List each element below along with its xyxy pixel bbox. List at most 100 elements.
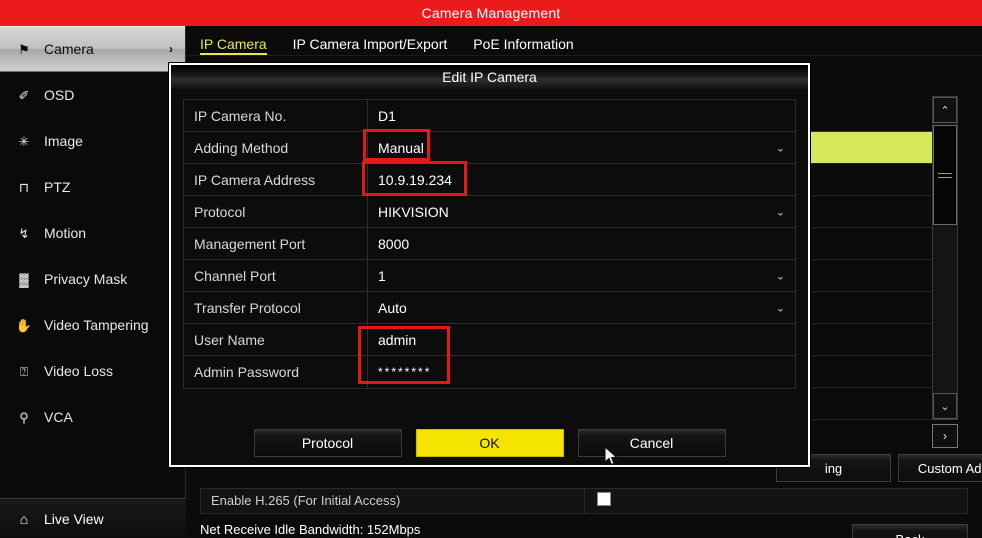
chevron-down-icon[interactable]: ⌄ <box>776 141 785 154</box>
field-label-ip-camera-no: IP Camera No. <box>184 100 368 131</box>
enable-h265-checkbox[interactable] <box>597 492 611 506</box>
field-label-admin-password: Admin Password <box>184 356 368 388</box>
field-text-admin-password: ******** <box>378 365 431 379</box>
field-text-transfer-protocol: Auto <box>378 300 407 316</box>
field-label-user-name: User Name <box>184 324 368 355</box>
sidebar: ⚑ Camera › ✐ OSD ✳ Image ⊓ PTZ ↯Motion ▓ Privacy Ma… <box>0 26 186 538</box>
dialog-body: IP Camera No. D1 Adding Method Manual ⌄ IP Ca… <box>171 89 808 389</box>
ptz-dome-icon: ⊓ <box>14 179 34 195</box>
enable-h265-label: Enable H.265 (For Initial Access) <box>201 488 585 514</box>
form-row-protocol: Protocol HIKVISION ⌄ <box>184 196 795 228</box>
sidebar-item-label: Camera <box>44 41 94 57</box>
video-loss-icon: ⍰ <box>14 363 34 379</box>
field-label-adding-method: Adding Method <box>184 132 368 163</box>
chevron-down-icon[interactable]: ⌄ <box>776 205 785 218</box>
field-label-channel-port: Channel Port <box>184 260 368 291</box>
field-label-management-port: Management Port <box>184 228 368 259</box>
field-value-admin-password[interactable]: ******** <box>368 356 795 388</box>
enable-h265-row: Enable H.265 (For Initial Access) <box>200 488 968 514</box>
tab-ip-camera[interactable]: IP Camera <box>200 36 267 55</box>
field-value-transfer-protocol[interactable]: Auto ⌄ <box>368 292 795 323</box>
sidebar-item-ptz[interactable]: ⊓ PTZ <box>0 164 185 210</box>
vca-icon: ⚲ <box>14 409 34 425</box>
field-text-adding-method: Manual <box>378 140 424 156</box>
scroll-up-button[interactable]: ⌃ <box>933 97 957 123</box>
sidebar-item-osd[interactable]: ✐ OSD <box>0 72 185 118</box>
field-label-transfer-protocol: Transfer Protocol <box>184 292 368 323</box>
tab-bar: IP Camera IP Camera Import/Export PoE Info… <box>186 26 982 56</box>
chevron-down-icon[interactable]: ⌄ <box>776 301 785 314</box>
form-row-management-port: Management Port 8000 <box>184 228 795 260</box>
form-row-channel-port: Channel Port1⌄ <box>184 260 795 292</box>
field-text-user-name: admin <box>378 332 416 348</box>
sidebar-item-label: Video Loss <box>44 363 113 379</box>
field-value-ip-camera-no[interactable]: D1 <box>368 100 795 131</box>
field-label-protocol: Protocol <box>184 196 368 227</box>
sidebar-item-label: Video Tampering <box>44 317 149 333</box>
page-title: Camera Management <box>422 5 561 21</box>
sidebar-item-image[interactable]: ✳ Image <box>0 118 185 164</box>
cancel-button[interactable]: Cancel <box>578 429 726 457</box>
field-value-channel-port[interactable]: 1⌄ <box>368 260 795 291</box>
form-row-admin-password: Admin Password ******** <box>184 356 795 388</box>
ok-button[interactable]: OK <box>416 429 564 457</box>
sidebar-item-privacy-mask[interactable]: ▓ Privacy Mask <box>0 256 185 302</box>
sidebar-item-label: VCA <box>44 409 73 425</box>
scroll-down-button[interactable]: ⌄ <box>933 393 957 419</box>
edit-ip-camera-form: IP Camera No. D1 Adding Method Manual ⌄ IP Ca… <box>183 99 796 389</box>
tab-ip-camera-import-export[interactable]: IP Camera Import/Export <box>293 36 448 55</box>
form-row-user-name: User Name admin <box>184 324 795 356</box>
page-next-button[interactable]: › <box>932 424 958 448</box>
form-row-ip-camera-address: IP Camera Address 10.9.19.234 <box>184 164 795 196</box>
field-text-ip-camera-address: 10.9.19.234 <box>378 172 452 188</box>
window-titlebar: Camera Management <box>0 0 982 26</box>
form-row-ip-camera-no: IP Camera No. D1 <box>184 100 795 132</box>
sidebar-item-motion[interactable]: ↯Motion <box>0 210 185 256</box>
field-value-protocol[interactable]: HIKVISION ⌄ <box>368 196 795 227</box>
bandwidth-status-text: Net Receive Idle Bandwidth: 152Mbps <box>200 522 420 537</box>
dialog-footer: Protocol OK Cancel <box>171 421 808 465</box>
sidebar-item-live-view[interactable]: ⌂ Live View <box>0 498 186 538</box>
sidebar-item-label: Privacy Mask <box>44 271 127 287</box>
chevron-down-icon[interactable]: ⌄ <box>776 269 785 282</box>
ok-button-label: OK <box>479 435 499 451</box>
sidebar-item-label: OSD <box>44 87 74 103</box>
field-value-ip-camera-address[interactable]: 10.9.19.234 <box>368 164 795 195</box>
camera-icon: ⚑ <box>14 41 34 57</box>
custom-adding-button[interactable]: Custom Adding <box>898 454 982 482</box>
form-row-adding-method: Adding Method Manual ⌄ <box>184 132 795 164</box>
sidebar-item-video-tampering[interactable]: ✋ Video Tampering <box>0 302 185 348</box>
home-icon: ⌂ <box>14 511 34 527</box>
enable-h265-cell[interactable] <box>585 492 967 511</box>
chevron-right-icon: › <box>169 42 173 56</box>
field-text-protocol: HIKVISION <box>378 204 449 220</box>
sidebar-item-label-live-view: Live View <box>44 511 104 527</box>
field-value-management-port[interactable]: 8000 <box>368 228 795 259</box>
image-circle-icon: ✳ <box>14 133 34 149</box>
sidebar-item-video-loss[interactable]: ⍰ Video Loss <box>0 348 185 394</box>
field-value-adding-method[interactable]: Manual ⌄ <box>368 132 795 163</box>
protocol-button[interactable]: Protocol <box>254 429 402 457</box>
field-text-ip-camera-no: D1 <box>378 108 396 124</box>
field-text-management-port: 8000 <box>378 236 409 252</box>
sidebar-item-camera[interactable]: ⚑ Camera › <box>0 26 185 72</box>
hand-icon: ✋ <box>14 317 34 333</box>
form-row-transfer-protocol: Transfer Protocol Auto ⌄ <box>184 292 795 324</box>
table-vertical-scrollbar[interactable]: ⌃ ⌄ <box>932 96 958 420</box>
sidebar-item-label: Motion <box>44 225 86 241</box>
sidebar-item-vca[interactable]: ⚲ VCA <box>0 394 185 440</box>
field-value-user-name[interactable]: admin <box>368 324 795 355</box>
dialog-title-bar: Edit IP Camera <box>171 65 808 89</box>
field-label-ip-camera-address: IP Camera Address <box>184 164 368 195</box>
field-text-channel-port: 1 <box>378 268 386 284</box>
scrollbar-grip-icon <box>938 170 952 181</box>
camera-management-screen: Camera Management ⚑ Camera › ✐ OSD ✳ Image ⊓ PTZ… <box>0 0 982 538</box>
osd-pen-icon: ✐ <box>14 87 34 103</box>
scrollbar-thumb[interactable] <box>933 125 957 225</box>
back-button[interactable]: Back <box>852 524 968 538</box>
tab-poe-information[interactable]: PoE Information <box>473 36 573 55</box>
sidebar-item-label: PTZ <box>44 179 70 195</box>
dialog-title: Edit IP Camera <box>442 69 537 85</box>
privacy-mask-icon: ▓ <box>14 271 34 287</box>
sidebar-item-label: Image <box>44 133 83 149</box>
